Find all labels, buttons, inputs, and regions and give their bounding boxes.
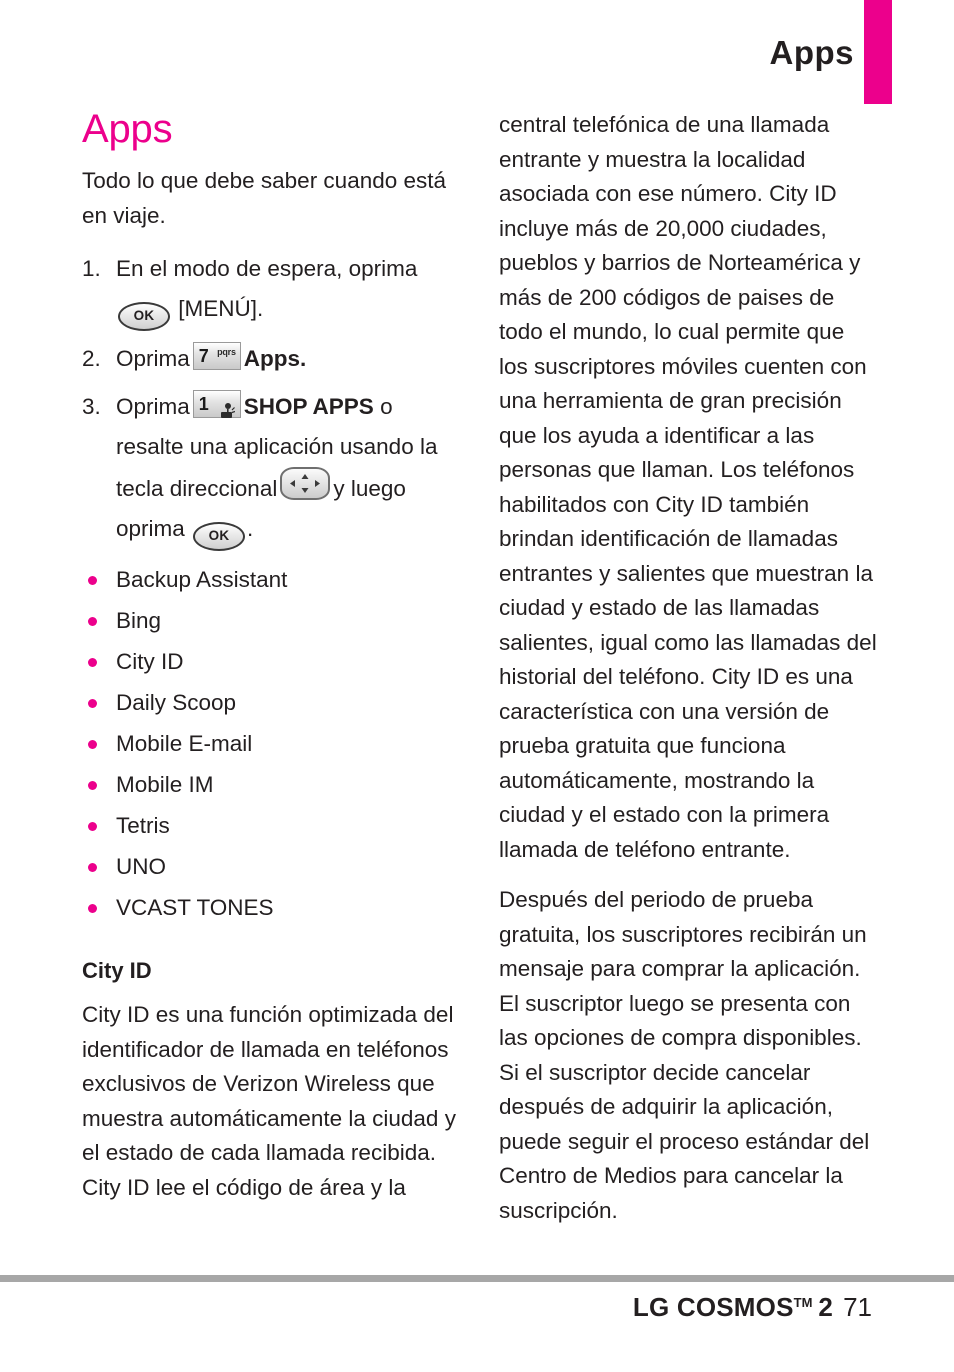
step-3-text-after: SHOP APPS	[243, 394, 374, 419]
bullet-icon	[88, 781, 97, 790]
list-item: City ID	[82, 641, 460, 682]
step-1-text-after: [MENÚ].	[178, 296, 264, 321]
running-header: Apps	[0, 0, 954, 112]
subsection-paragraph: City ID es una función optimizada del id…	[82, 1002, 456, 1200]
header-accent-tab	[864, 0, 892, 104]
bullet-icon	[88, 863, 97, 872]
page-body: Apps Todo lo que debe saber cuando está …	[0, 108, 954, 1262]
left-column: Apps Todo lo que debe saber cuando está …	[82, 108, 460, 1205]
trademark-symbol: TM	[793, 1295, 813, 1310]
list-item: Mobile E-mail	[82, 723, 460, 764]
bullet-icon	[88, 740, 97, 749]
page-number: 71	[843, 1292, 872, 1322]
step-2-number: 2.	[82, 346, 101, 371]
key-1-digit: 1	[198, 394, 209, 414]
page-title: Apps	[82, 107, 173, 151]
step-2: 2. Oprima 7 pqrs Apps.	[82, 339, 460, 379]
running-header-title: Apps	[769, 34, 854, 71]
app-name: City ID	[116, 649, 184, 674]
step-1: 1. En el modo de espera, oprima OK [MENÚ…	[82, 249, 460, 331]
step-3-text-before: Oprima	[116, 394, 190, 419]
list-item: Backup Assistant	[82, 559, 460, 600]
number-key-7-icon: 7 pqrs	[192, 342, 241, 370]
bullet-icon	[88, 699, 97, 708]
app-name: Mobile E-mail	[116, 731, 253, 756]
list-item: VCAST TONES	[82, 887, 460, 928]
footer: LG COSMOSTM 2 71	[633, 1292, 872, 1323]
list-item: Tetris	[82, 805, 460, 846]
intro-paragraph: Todo lo que debe saber cuando está en vi…	[82, 168, 447, 228]
list-item: Bing	[82, 600, 460, 641]
step-3-number: 3.	[82, 394, 101, 419]
app-name: Backup Assistant	[116, 567, 288, 592]
footer-divider	[0, 1275, 954, 1282]
subsection-title: City ID	[82, 958, 152, 983]
footer-model: 2	[818, 1292, 834, 1322]
instruction-steps: 1. En el modo de espera, oprima OK [MENÚ…	[82, 249, 460, 551]
bullet-icon	[88, 904, 97, 913]
app-name: Bing	[116, 608, 162, 633]
step-1-number: 1.	[82, 256, 101, 281]
app-name: UNO	[116, 854, 166, 879]
list-item: UNO	[82, 846, 460, 887]
list-item: Mobile IM	[82, 764, 460, 805]
app-name: VCAST TONES	[116, 895, 274, 920]
step-2-text-before: Oprima	[116, 346, 190, 371]
bullet-icon	[88, 822, 97, 831]
step-3-continuation-3: .	[247, 516, 254, 541]
key-7-digit: 7	[198, 346, 209, 366]
app-name: Tetris	[116, 813, 170, 838]
ok-key-icon-2: OK	[193, 522, 246, 551]
voicemail-icon	[219, 394, 235, 418]
right-column: central telefónica de una llamada entran…	[499, 108, 877, 1228]
bullet-icon	[88, 617, 97, 626]
footer-brand: LG COSMOS	[632, 1292, 794, 1322]
step-1-text-before: En el modo de espera, oprima	[116, 256, 418, 281]
key-7-letters: pqrs	[217, 347, 236, 357]
navigation-key-icon	[280, 467, 331, 500]
app-list: Backup Assistant Bing City ID Daily Scoo…	[82, 559, 460, 928]
step-3: 3. Oprima 1 SHOP APPS o resalte una apli…	[82, 387, 460, 551]
number-key-1-icon: 1	[192, 390, 241, 418]
step-2-text-after: Apps.	[243, 346, 307, 371]
app-name: Daily Scoop	[116, 690, 237, 715]
right-paragraph-2: Después del periodo de prueba gratuita, …	[499, 887, 870, 1223]
app-name: Mobile IM	[116, 772, 214, 797]
right-paragraph-1: central telefónica de una llamada entran…	[499, 112, 877, 862]
bullet-icon	[88, 658, 97, 667]
ok-key-icon: OK	[118, 302, 170, 331]
bullet-icon	[88, 576, 97, 585]
list-item: Daily Scoop	[82, 682, 460, 723]
